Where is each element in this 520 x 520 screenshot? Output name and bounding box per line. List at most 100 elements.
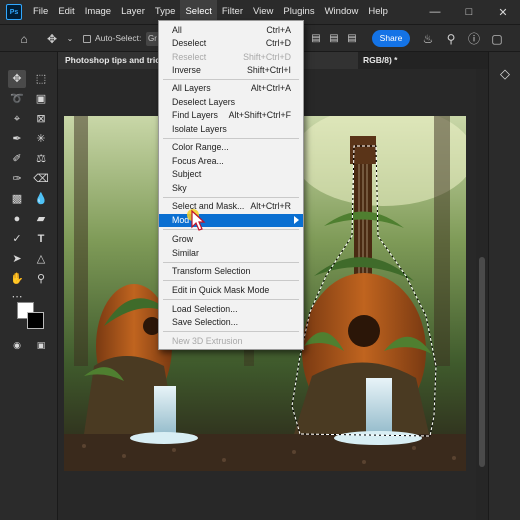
- menu-item-label: Sky: [172, 183, 187, 193]
- menu-item-shortcut: Alt+Ctrl+A: [250, 83, 291, 93]
- menu-item-edit-quick-mask[interactable]: Edit in Quick Mask Mode: [159, 284, 303, 297]
- move-tool-icon[interactable]: ✥: [8, 70, 26, 88]
- select-menu-dropdown: All Ctrl+A Deselect Ctrl+D Reselect Shift+C…: [158, 20, 304, 350]
- menu-item-deselect-layers[interactable]: Deselect Layers: [159, 96, 303, 109]
- shape-tool-icon[interactable]: △: [32, 250, 50, 268]
- menu-image[interactable]: Image: [80, 0, 116, 24]
- menu-item-label: Deselect: [172, 38, 207, 48]
- spot-healing-tool-icon[interactable]: ✳: [32, 130, 50, 148]
- menu-item-deselect[interactable]: Deselect Ctrl+D: [159, 37, 303, 50]
- menu-item-shortcut: Alt+Shift+Ctrl+F: [228, 110, 291, 120]
- menu-separator: [163, 138, 299, 139]
- dodge-tool-icon[interactable]: ●: [8, 210, 26, 228]
- home-icon[interactable]: ⌂: [16, 31, 32, 47]
- menu-item-reselect: Reselect Shift+Ctrl+D: [159, 51, 303, 64]
- history-brush-tool-icon[interactable]: ✑: [8, 170, 26, 188]
- menu-separator: [163, 280, 299, 281]
- menu-item-label: All Layers: [172, 83, 211, 93]
- quick-mask-icon[interactable]: ◉: [8, 336, 26, 354]
- marquee-tool-icon[interactable]: ⬚: [32, 70, 50, 88]
- chevron-down-icon[interactable]: ⌄: [62, 31, 78, 47]
- menu-item-label: Focus Area...: [172, 156, 224, 166]
- menu-item-transform-selection[interactable]: Transform Selection: [159, 265, 303, 278]
- zoom-tool-icon[interactable]: ⚲: [32, 270, 50, 288]
- type-tool-icon[interactable]: T: [32, 230, 50, 248]
- help-icon[interactable]: ⓘ: [466, 31, 482, 47]
- menu-item-all[interactable]: All Ctrl+A: [159, 24, 303, 37]
- path-selection-tool-icon[interactable]: ➤: [8, 250, 26, 268]
- background-color-swatch[interactable]: [27, 312, 44, 329]
- menu-item-label: Grow: [172, 234, 194, 244]
- document-tab-mode: RGB/8) *: [363, 55, 398, 65]
- menu-item-all-layers[interactable]: All Layers Alt+Ctrl+A: [159, 82, 303, 95]
- menu-item-sky[interactable]: Sky: [159, 182, 303, 195]
- pen-tool-icon[interactable]: ✓: [8, 230, 26, 248]
- menu-item-shortcut: Alt+Ctrl+R: [250, 201, 291, 211]
- menu-item-label: Color Range...: [172, 142, 229, 152]
- blur-tool-icon[interactable]: 💧: [32, 190, 50, 208]
- vertical-scrollbar[interactable]: [476, 69, 488, 520]
- search-icon[interactable]: ⚲: [443, 31, 459, 47]
- menu-item-modify[interactable]: Mod: [159, 214, 303, 227]
- menu-separator: [163, 262, 299, 263]
- menu-separator: [163, 79, 299, 80]
- menu-file[interactable]: File: [28, 0, 53, 24]
- tools-panel: ✥ ⬚ ➰ ▣ ⌖ ⊠ ✒ ✳ ✐ ⚖ ✑ ⌫ ▩ 💧 ● ▰ ✓ T ➤ △ …: [0, 52, 58, 520]
- menu-item-shortcut: Shift+Ctrl+D: [243, 52, 291, 62]
- menu-item-label: Save Selection...: [172, 317, 239, 327]
- menu-item-similar[interactable]: Similar: [159, 247, 303, 260]
- menu-item-isolate-layers[interactable]: Isolate Layers: [159, 123, 303, 136]
- auto-select-checkbox[interactable]: [83, 35, 91, 43]
- align-left-icon[interactable]: ▤: [308, 31, 324, 47]
- close-icon[interactable]: ✕: [486, 0, 520, 24]
- menu-item-find-layers[interactable]: Find Layers Alt+Shift+Ctrl+F: [159, 109, 303, 122]
- menu-item-color-range[interactable]: Color Range...: [159, 141, 303, 154]
- photoshop-logo: Ps: [6, 4, 22, 20]
- menu-item-save-selection[interactable]: Save Selection...: [159, 316, 303, 329]
- menu-item-label: Deselect Layers: [172, 97, 236, 107]
- menu-item-label: Inverse: [172, 65, 201, 75]
- frame-tool-icon[interactable]: ⊠: [32, 110, 50, 128]
- screen-mode-icon[interactable]: ▣: [32, 336, 50, 354]
- align-right-icon[interactable]: ▤: [344, 31, 360, 47]
- brush-tool-icon[interactable]: ✐: [8, 150, 26, 168]
- menu-item-label: All: [172, 25, 182, 35]
- mouse-cursor-icon: [187, 209, 206, 231]
- eraser-tool-icon[interactable]: ⌫: [32, 170, 50, 188]
- maximize-icon[interactable]: □: [452, 0, 486, 24]
- menu-help[interactable]: Help: [363, 0, 393, 24]
- eyedropper-tool-icon[interactable]: ✒: [8, 130, 26, 148]
- menu-item-label: Similar: [172, 248, 199, 258]
- minimize-icon[interactable]: —: [418, 0, 452, 24]
- menu-edit[interactable]: Edit: [53, 0, 79, 24]
- menu-item-subject[interactable]: Subject: [159, 168, 303, 181]
- crop-tool-icon[interactable]: ⌖: [8, 110, 26, 128]
- object-selection-tool-icon[interactable]: ▣: [32, 90, 50, 108]
- menu-item-load-selection[interactable]: Load Selection...: [159, 303, 303, 316]
- menu-item-shortcut: Shift+Ctrl+I: [246, 65, 291, 75]
- move-tool-icon[interactable]: ✥: [44, 31, 60, 47]
- scrollbar-thumb[interactable]: [479, 257, 485, 467]
- workspace-icon[interactable]: ▢: [489, 31, 505, 47]
- burn-tool-icon[interactable]: ▰: [32, 210, 50, 228]
- right-panel-strip: ◇: [488, 52, 520, 520]
- clone-stamp-tool-icon[interactable]: ⚖: [32, 150, 50, 168]
- menu-item-inverse[interactable]: Inverse Shift+Ctrl+I: [159, 64, 303, 77]
- gradient-tool-icon[interactable]: ▩: [8, 190, 26, 208]
- menu-item-label: Subject: [172, 169, 202, 179]
- menu-item-label: Isolate Layers: [172, 124, 227, 134]
- menu-item-select-and-mask[interactable]: Select and Mask... Alt+Ctrl+R: [159, 200, 303, 213]
- menu-item-grow[interactable]: Grow: [159, 233, 303, 246]
- menu-window[interactable]: Window: [320, 0, 364, 24]
- menu-item-shortcut: Ctrl+D: [265, 38, 291, 48]
- menu-item-label: Reselect: [172, 52, 207, 62]
- menu-layer[interactable]: Layer: [116, 0, 150, 24]
- share-button[interactable]: Share: [372, 30, 410, 47]
- layers-icon[interactable]: ◇: [497, 66, 513, 82]
- lasso-tool-icon[interactable]: ➰: [8, 90, 26, 108]
- menu-item-focus-area[interactable]: Focus Area...: [159, 155, 303, 168]
- align-center-icon[interactable]: ▤: [326, 31, 342, 47]
- menu-item-label: Transform Selection: [172, 266, 251, 276]
- hand-tool-icon[interactable]: ✋: [8, 270, 26, 288]
- bell-icon[interactable]: ♨: [420, 31, 436, 47]
